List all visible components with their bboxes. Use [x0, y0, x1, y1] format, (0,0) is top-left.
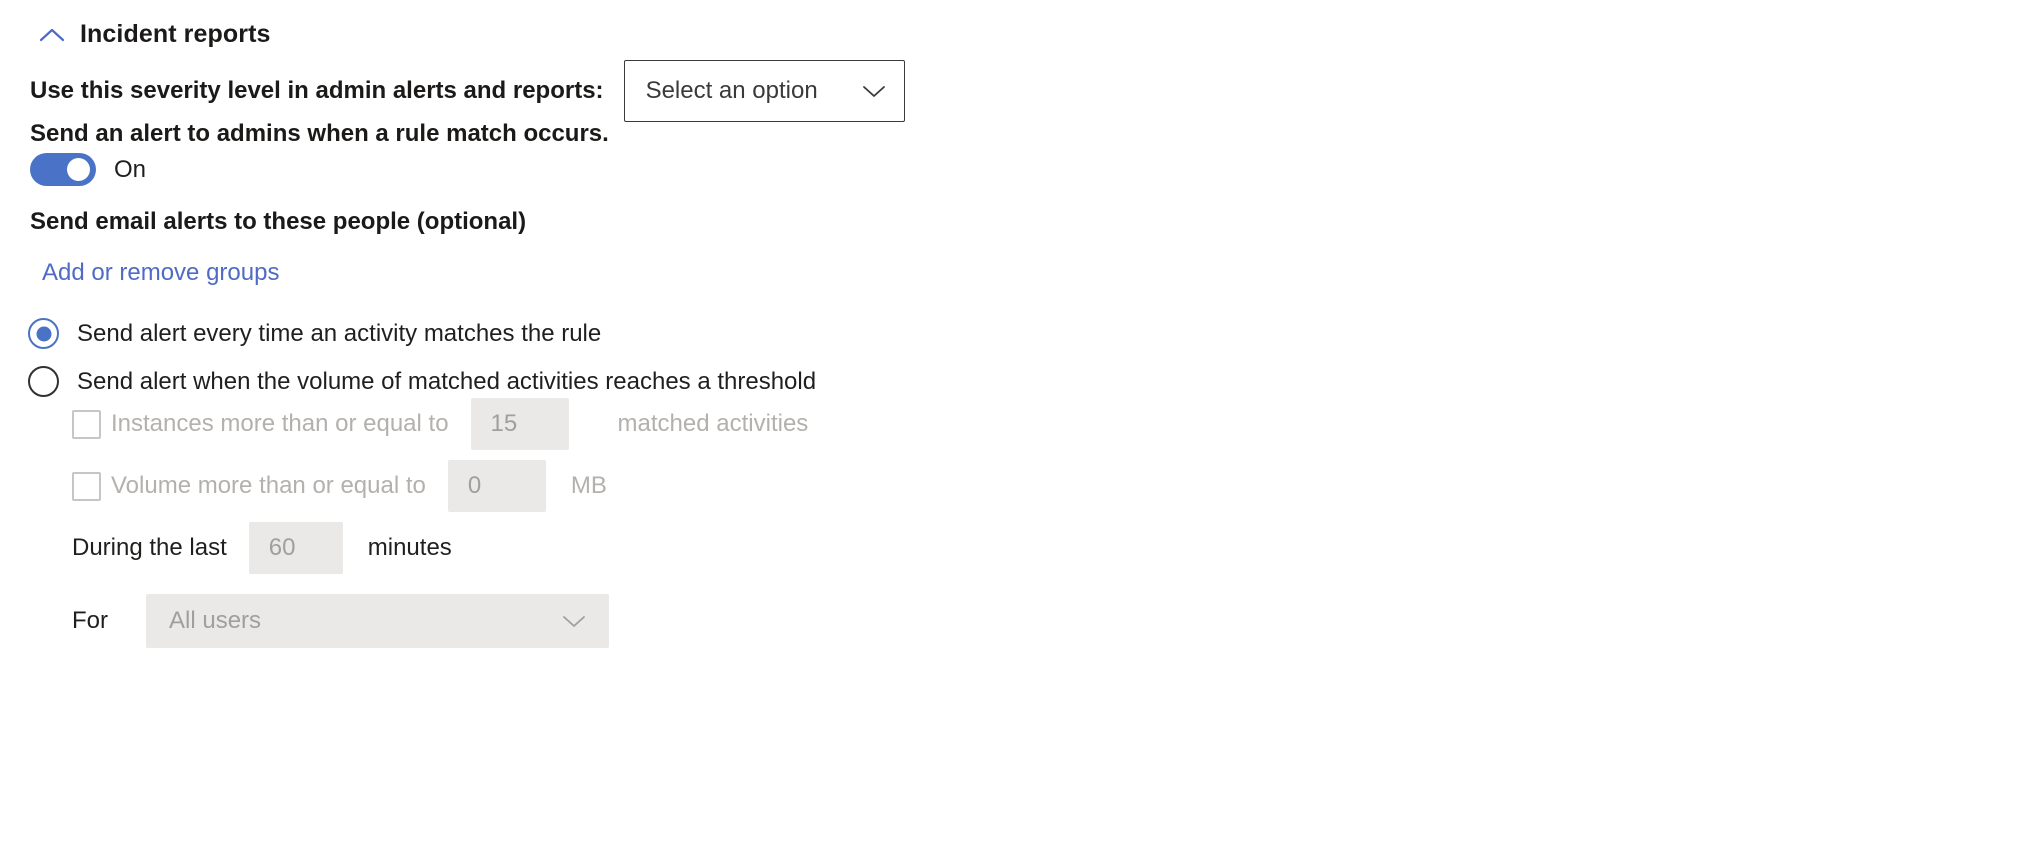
for-users-dropdown[interactable]: All users: [146, 594, 609, 648]
volume-label: Volume more than or equal to: [111, 472, 426, 499]
chevron-down-icon: [862, 85, 885, 97]
admin-alert-label: Send an alert to admins when a rule matc…: [30, 120, 609, 147]
page-title: Incident reports: [80, 20, 271, 48]
radio-label-every-match: Send alert every time an activity matche…: [77, 319, 602, 347]
radio-option-threshold[interactable]: Send alert when the volume of matched ac…: [28, 366, 816, 397]
for-label: For: [72, 607, 108, 634]
severity-level-selected-value: Select an option: [645, 77, 818, 104]
instances-label: Instances more than or equal to: [111, 410, 449, 437]
duration-unit-label: minutes: [367, 534, 452, 561]
chevron-down-icon: [563, 615, 585, 627]
volume-value-input[interactable]: 0: [447, 460, 546, 512]
chevron-up-icon[interactable]: [38, 26, 66, 44]
add-or-remove-groups-link[interactable]: Add or remove groups: [42, 259, 279, 287]
duration-value-input[interactable]: 60: [248, 522, 343, 574]
instances-value-input[interactable]: 15: [470, 398, 569, 450]
admin-alert-toggle-state: On: [114, 155, 147, 183]
severity-level-row: Use this severity level in admin alerts …: [30, 60, 905, 122]
instances-checkbox[interactable]: [72, 409, 101, 439]
threshold-volume-row: Volume more than or equal to 0 MB: [72, 460, 607, 512]
admin-alert-toggle-row: On: [30, 153, 146, 186]
threshold-for-row: For All users: [72, 594, 609, 648]
section-header[interactable]: Incident reports: [38, 22, 271, 47]
volume-unit-label: MB: [570, 472, 607, 499]
incident-reports-panel: Incident reports Use this severity level…: [0, 0, 2032, 843]
radio-icon-unselected[interactable]: [28, 366, 59, 397]
admin-alert-toggle[interactable]: [30, 153, 96, 186]
severity-level-label: Use this severity level in admin alerts …: [30, 77, 604, 104]
during-the-last-label: During the last: [72, 534, 227, 561]
instances-unit-label: matched activities: [617, 410, 809, 437]
toggle-knob: [67, 158, 90, 181]
radio-label-threshold: Send alert when the volume of matched ac…: [77, 367, 817, 395]
email-alerts-label: Send email alerts to these people (optio…: [30, 208, 527, 235]
threshold-duration-row: During the last 60 minutes: [72, 522, 452, 574]
severity-level-dropdown[interactable]: Select an option: [623, 60, 905, 122]
volume-checkbox[interactable]: [72, 471, 101, 501]
threshold-instances-row: Instances more than or equal to 15 match…: [72, 398, 808, 450]
radio-icon-selected[interactable]: [28, 318, 59, 349]
for-users-selected-value: All users: [169, 607, 262, 634]
radio-option-every-match[interactable]: Send alert every time an activity matche…: [28, 318, 601, 349]
